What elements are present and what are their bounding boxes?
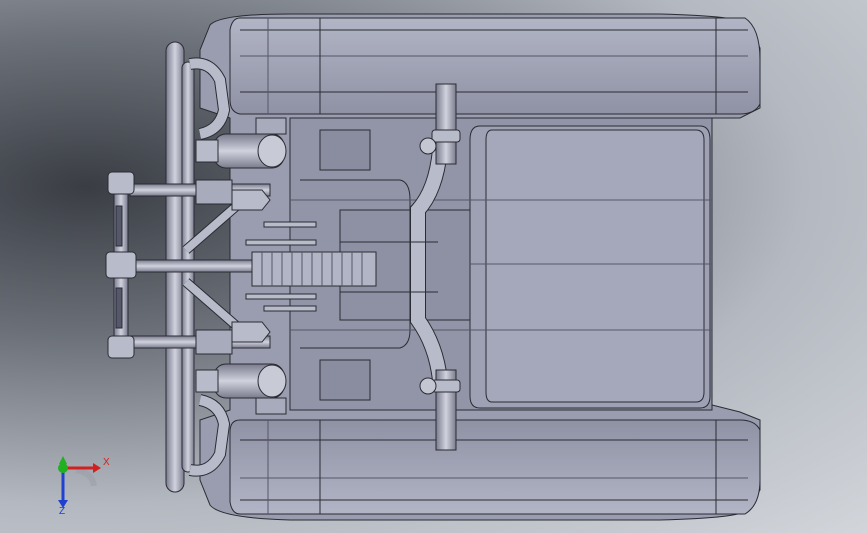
top-tank [229,17,761,115]
view-orientation-triad[interactable]: X Z [48,450,118,520]
z-axis-label: Z [59,506,66,517]
cad-model[interactable] [0,0,867,533]
spring-rack [251,251,377,287]
graphics-viewport[interactable]: X Z [0,0,867,533]
y-axis-point [58,463,68,473]
x-axis-label: X [103,457,110,468]
